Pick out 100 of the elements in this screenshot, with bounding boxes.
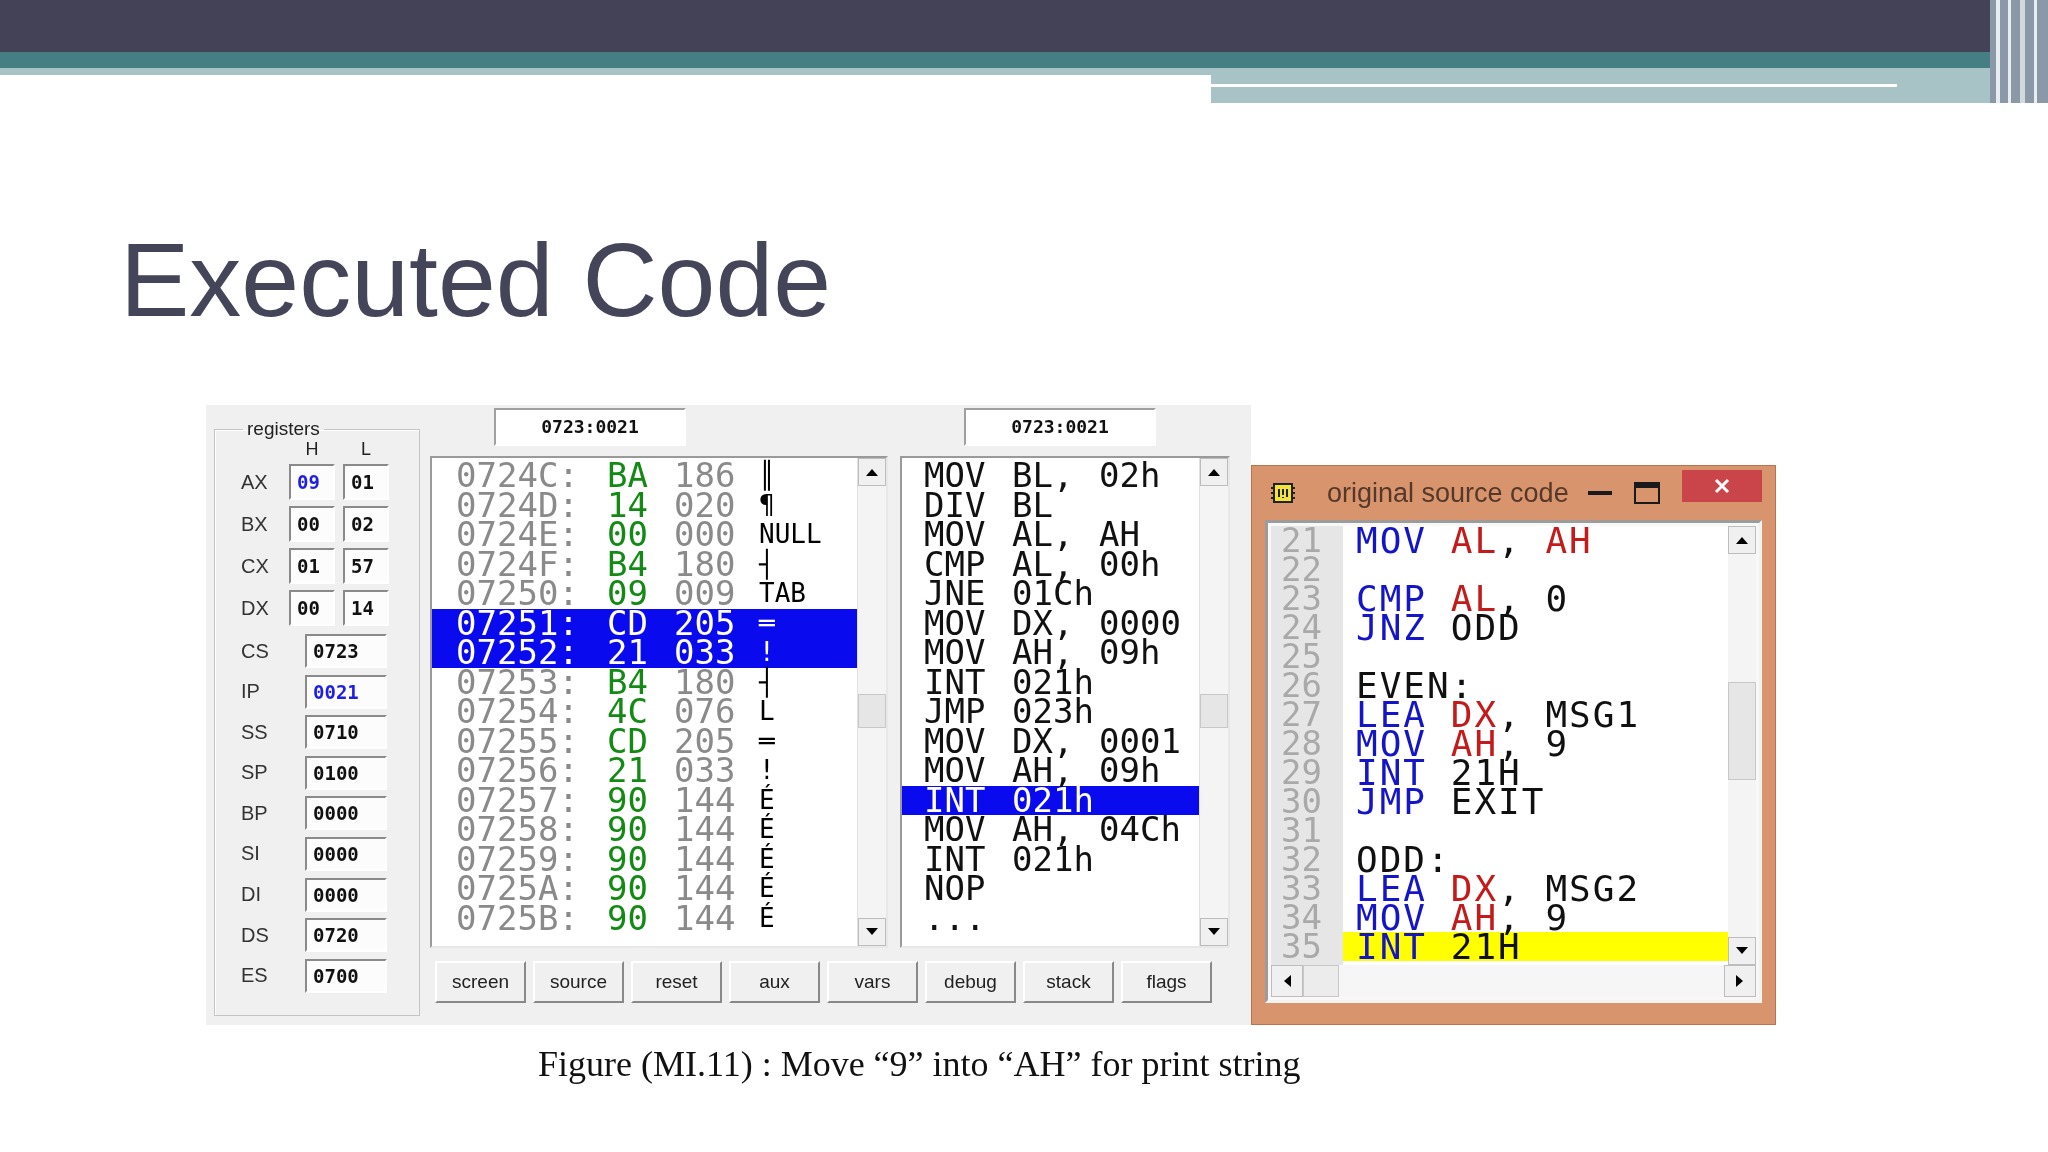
register-field[interactable]: 02 (343, 506, 389, 542)
line-number: 31 (1280, 816, 1323, 845)
register-label: CX (241, 554, 270, 578)
memory-row[interactable]: 0724D: 14 020 ¶ (432, 490, 857, 520)
instruction-row[interactable]: MOV DX, 0000 (902, 608, 1199, 638)
register-label: AX (241, 470, 269, 494)
instruction-row[interactable]: MOV AL, AH (902, 520, 1199, 550)
scroll-down-icon[interactable] (866, 928, 878, 936)
register-field[interactable]: 57 (343, 548, 389, 584)
register-field[interactable]: 0723 (305, 634, 387, 668)
instruction-row[interactable]: JNE 01Ch (902, 579, 1199, 609)
memory-row[interactable]: 0724C: BA 186 ║ (432, 461, 857, 491)
register-field[interactable]: 0700 (305, 958, 387, 993)
instruction-row[interactable]: MOV AH, 04Ch (902, 815, 1199, 845)
column-label: L (360, 440, 372, 458)
scroll-up-icon[interactable] (1208, 468, 1220, 476)
address-field[interactable]: 0723:0021 (494, 408, 686, 446)
scroll-thumb[interactable] (1728, 682, 1756, 780)
maximize-icon[interactable] (1634, 482, 1660, 504)
register-field[interactable]: 0720 (305, 918, 387, 953)
scroll-down-icon[interactable] (1208, 928, 1220, 936)
column-label: H (304, 440, 320, 458)
line-number: 27 (1280, 700, 1323, 729)
register-label: DS (241, 923, 270, 947)
instruction-row[interactable]: ... (902, 903, 1199, 933)
memory-row[interactable]: 07253: B4 180 ┤ (432, 667, 857, 697)
line-number: 29 (1280, 758, 1323, 787)
scroll-up-icon[interactable] (1736, 536, 1748, 544)
toolbar-button[interactable]: debug (925, 961, 1016, 1003)
register-label: SS (241, 720, 269, 744)
line-number: 30 (1280, 787, 1323, 816)
toolbar-button[interactable]: aux (729, 961, 820, 1003)
instruction-row[interactable]: MOV BL, 02h (902, 461, 1199, 491)
scroll-thumb[interactable] (1303, 965, 1339, 997)
toolbar-button[interactable]: screen (435, 961, 526, 1003)
memory-row[interactable]: 07254: 4C 076 L (432, 697, 857, 727)
line-number: 26 (1280, 671, 1323, 700)
register-field[interactable]: 01 (343, 464, 389, 500)
memory-row[interactable]: 0725B: 90 144 É (432, 903, 857, 933)
scroll-right-icon[interactable] (1736, 975, 1744, 987)
line-number: 34 (1280, 903, 1323, 932)
memory-row[interactable]: 07251: CD 205 ═ (432, 608, 857, 638)
register-field[interactable]: 01 (289, 548, 335, 584)
scroll-down-icon[interactable] (1736, 947, 1748, 955)
register-label: SP (241, 761, 269, 785)
instruction-row[interactable]: NOP (902, 874, 1199, 904)
instruction-row[interactable]: MOV AH, 09h (902, 756, 1199, 786)
instruction-row[interactable]: MOV AH, 09h (902, 638, 1199, 668)
close-button[interactable] (1682, 470, 1762, 502)
line-number: 23 (1280, 584, 1323, 613)
toolbar-button[interactable]: stack (1023, 961, 1114, 1003)
register-field[interactable]: 0000 (305, 796, 387, 831)
register-field[interactable]: 00 (289, 506, 335, 542)
scroll-thumb[interactable] (858, 694, 886, 728)
memory-row[interactable]: 0724F: B4 180 ┤ (432, 549, 857, 579)
minimize-icon[interactable] (1588, 490, 1612, 496)
register-field[interactable]: 0100 (305, 755, 387, 790)
scrollbar[interactable] (1199, 458, 1228, 946)
instruction-row[interactable]: INT 021h (902, 844, 1199, 874)
instruction-row[interactable]: INT 021h (902, 785, 1199, 815)
scroll-left-icon[interactable] (1283, 975, 1291, 987)
register-field[interactable]: 0000 (305, 877, 387, 912)
toolbar-button[interactable]: vars (827, 961, 918, 1003)
register-field[interactable]: 0000 (305, 836, 387, 871)
line-number: 35 (1280, 932, 1323, 961)
scrollbar[interactable] (1728, 526, 1756, 965)
register-field[interactable]: 09 (289, 464, 335, 500)
register-field[interactable]: 00 (289, 590, 335, 626)
code-line: INT 21H (1355, 758, 1522, 787)
register-field[interactable]: 0710 (305, 715, 387, 750)
register-label: SI (241, 842, 261, 866)
scroll-thumb[interactable] (1200, 694, 1228, 728)
register-label: DX (241, 596, 270, 620)
instruction-row[interactable]: JMP 023h (902, 697, 1199, 727)
register-field[interactable]: 14 (343, 590, 389, 626)
register-label: DI (241, 883, 262, 907)
toolbar-button[interactable]: source (533, 961, 624, 1003)
code-line: ODD: (1355, 845, 1452, 874)
register-label: ES (241, 964, 269, 988)
memory-row[interactable]: 07250: 09 009 TAB (432, 579, 857, 609)
register-label: BP (241, 801, 269, 825)
scrollbar[interactable] (1271, 965, 1756, 997)
register-label: CS (241, 639, 270, 663)
scroll-up-icon[interactable] (866, 468, 878, 476)
register-label: IP (241, 680, 261, 704)
instruction-row[interactable]: MOV DX, 0001 (902, 726, 1199, 756)
memory-row[interactable]: 07255: CD 205 ═ (432, 726, 857, 756)
register-label: BX (241, 512, 269, 536)
line-number: 33 (1280, 874, 1323, 903)
close-icon[interactable] (1714, 478, 1730, 494)
line-number: 24 (1280, 613, 1323, 642)
instruction-row[interactable]: INT 021h (902, 667, 1199, 697)
code-line: JMP EXIT (1355, 787, 1547, 816)
chip-icon (1271, 481, 1295, 505)
address-field[interactable]: 0723:0021 (964, 408, 1156, 446)
toolbar-button[interactable]: reset (631, 961, 722, 1003)
register-field[interactable]: 0021 (305, 674, 387, 709)
scrollbar[interactable] (857, 458, 886, 946)
toolbar-button[interactable]: flags (1121, 961, 1212, 1003)
code-line: EVEN: (1355, 671, 1475, 700)
